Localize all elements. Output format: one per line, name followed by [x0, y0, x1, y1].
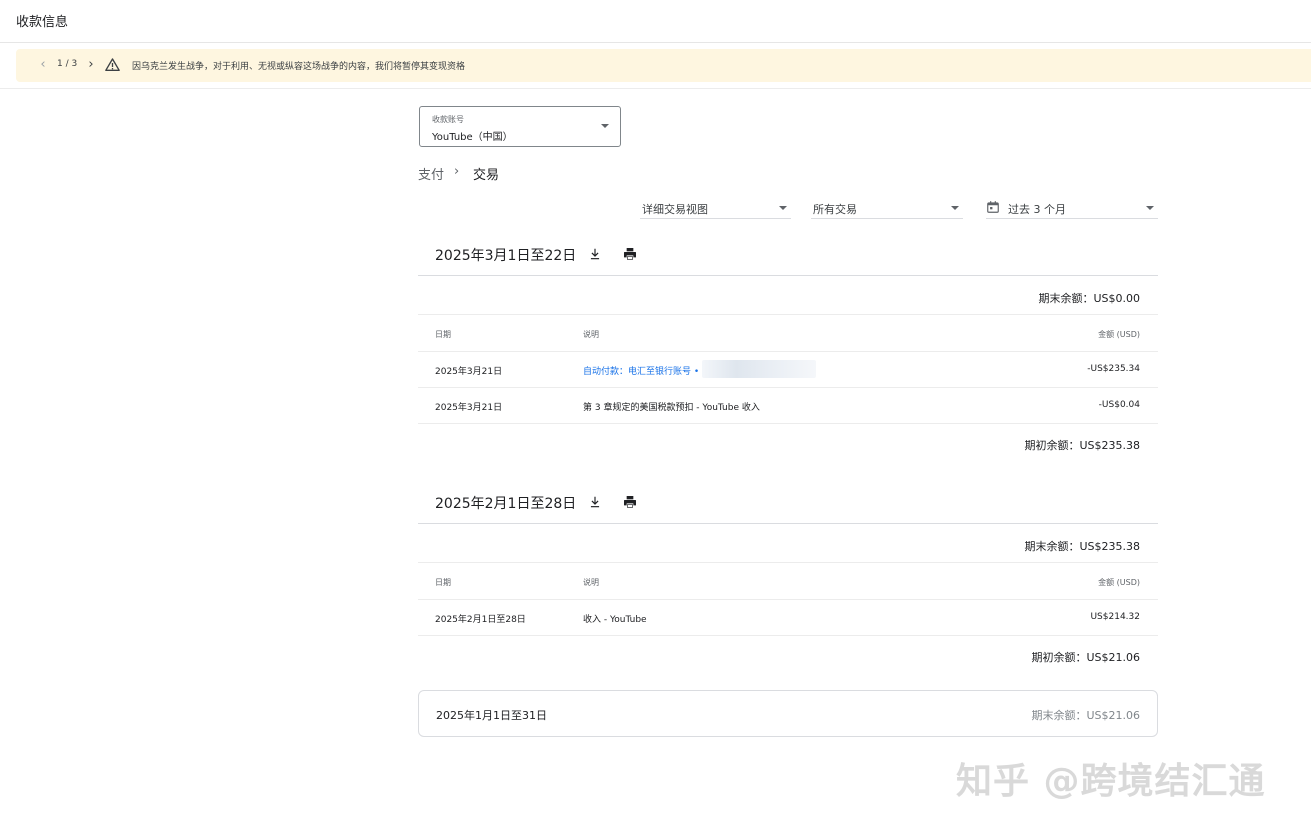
alert-banner: ‹ 1 / 3 › 因乌克兰发生战争，对于利用、无视或纵容这场战争的内容，我们将… — [16, 49, 1311, 82]
chevron-right-icon[interactable]: › — [84, 57, 98, 73]
view-filter[interactable]: 详细交易视图 — [640, 196, 791, 219]
breadcrumb-payments[interactable]: 支付 — [418, 164, 444, 183]
statement-section-january[interactable]: 2025年1月1日至31日 期末余额：US$21.06 — [418, 690, 1158, 737]
row-amount: US$214.32 — [1090, 612, 1140, 622]
section-title: 2025年2月1日至28日 — [435, 496, 577, 512]
column-amount: 金额 (USD) — [1098, 330, 1140, 339]
row-description-link[interactable]: 自动付款：电汇至银行账号 • — [583, 364, 699, 377]
page-title: 收款信息 — [16, 15, 69, 30]
print-icon[interactable] — [622, 494, 638, 510]
closing-balance: 期末余额：US$21.06 — [1031, 709, 1140, 722]
closing-balance-row: 期末余额：US$0.00 — [418, 277, 1158, 315]
dropdown-caret-icon — [779, 206, 787, 210]
column-description: 说明 — [583, 578, 599, 587]
account-select-label: 收款账号 — [432, 115, 464, 124]
column-date: 日期 — [435, 330, 451, 339]
row-date: 2025年2月1日至28日 — [435, 615, 526, 625]
print-icon[interactable] — [622, 246, 638, 262]
section-title: 2025年1月1日至31日 — [436, 709, 547, 722]
table-row: 2025年2月1日至28日 收入 - YouTube US$214.32 — [418, 600, 1158, 636]
date-range-filter[interactable]: 过去 3 个月 — [986, 196, 1158, 219]
breadcrumb-transactions: 交易 — [473, 168, 500, 183]
closing-balance: 期末余额：US$0.00 — [1038, 292, 1140, 305]
table-header: 日期 说明 金额 (USD) — [418, 564, 1158, 600]
row-description: 第 3 章规定的美国税款预扣 - YouTube 收入 — [583, 403, 760, 413]
breadcrumb-separator: › — [454, 164, 460, 179]
row-amount: -US$235.34 — [1087, 364, 1140, 374]
section-title: 2025年3月1日至22日 — [435, 248, 577, 264]
view-filter-value: 详细交易视图 — [642, 203, 708, 216]
column-amount: 金额 (USD) — [1098, 578, 1140, 587]
statement-section-march: 2025年3月1日至22日 期末余额：US$0.00 日期 说明 金额 (USD… — [418, 238, 1158, 468]
row-date: 2025年3月21日 — [435, 403, 503, 413]
column-date: 日期 — [435, 578, 451, 587]
type-filter[interactable]: 所有交易 — [811, 196, 963, 219]
opening-balance: 期初余额：US$235.38 — [1024, 439, 1140, 452]
table-row: 2025年3月21日 第 3 章规定的美国税款预扣 - YouTube 收入 -… — [418, 388, 1158, 424]
type-filter-value: 所有交易 — [813, 203, 857, 216]
calendar-icon — [987, 201, 999, 213]
opening-balance: 期初余额：US$21.06 — [1031, 651, 1140, 664]
download-icon[interactable] — [588, 494, 602, 510]
closing-balance: 期末余额：US$235.38 — [1024, 540, 1140, 553]
section-header: 2025年2月1日至28日 — [418, 486, 1158, 524]
table-row: 2025年3月21日 自动付款：电汇至银行账号 • -US$235.34 — [418, 352, 1158, 388]
table-header: 日期 说明 金额 (USD) — [418, 316, 1158, 352]
dropdown-caret-icon — [601, 124, 609, 128]
section-header: 2025年3月1日至22日 — [418, 238, 1158, 276]
alert-counter: 1 / 3 — [57, 59, 78, 69]
statement-section-february: 2025年2月1日至28日 期末余额：US$235.38 日期 说明 金额 (U… — [418, 486, 1158, 676]
dropdown-caret-icon — [951, 206, 959, 210]
header-divider — [0, 88, 1311, 89]
account-select-value: YouTube（中国） — [432, 132, 513, 143]
account-select[interactable]: 收款账号 YouTube（中国） — [419, 106, 621, 147]
chevron-left-icon[interactable]: ‹ — [36, 57, 50, 73]
alert-message: 因乌克兰发生战争，对于利用、无视或纵容这场战争的内容，我们将暂停其变现资格 — [132, 62, 466, 72]
closing-balance-row: 期末余额：US$235.38 — [418, 525, 1158, 563]
redacted-account-number — [702, 360, 816, 378]
row-description: 收入 - YouTube — [583, 615, 647, 625]
row-date: 2025年3月21日 — [435, 367, 503, 377]
date-range-value: 过去 3 个月 — [1008, 203, 1066, 216]
dropdown-caret-icon — [1146, 206, 1154, 210]
opening-balance-row: 期初余额：US$21.06 — [418, 636, 1158, 674]
column-description: 说明 — [583, 330, 599, 339]
download-icon[interactable] — [588, 246, 602, 262]
watermark: 知乎 @跨境结汇通 — [956, 761, 1266, 802]
warning-icon — [105, 58, 120, 71]
top-bar: 收款信息 — [0, 0, 1311, 43]
opening-balance-row: 期初余额：US$235.38 — [418, 424, 1158, 462]
row-amount: -US$0.04 — [1098, 400, 1140, 410]
